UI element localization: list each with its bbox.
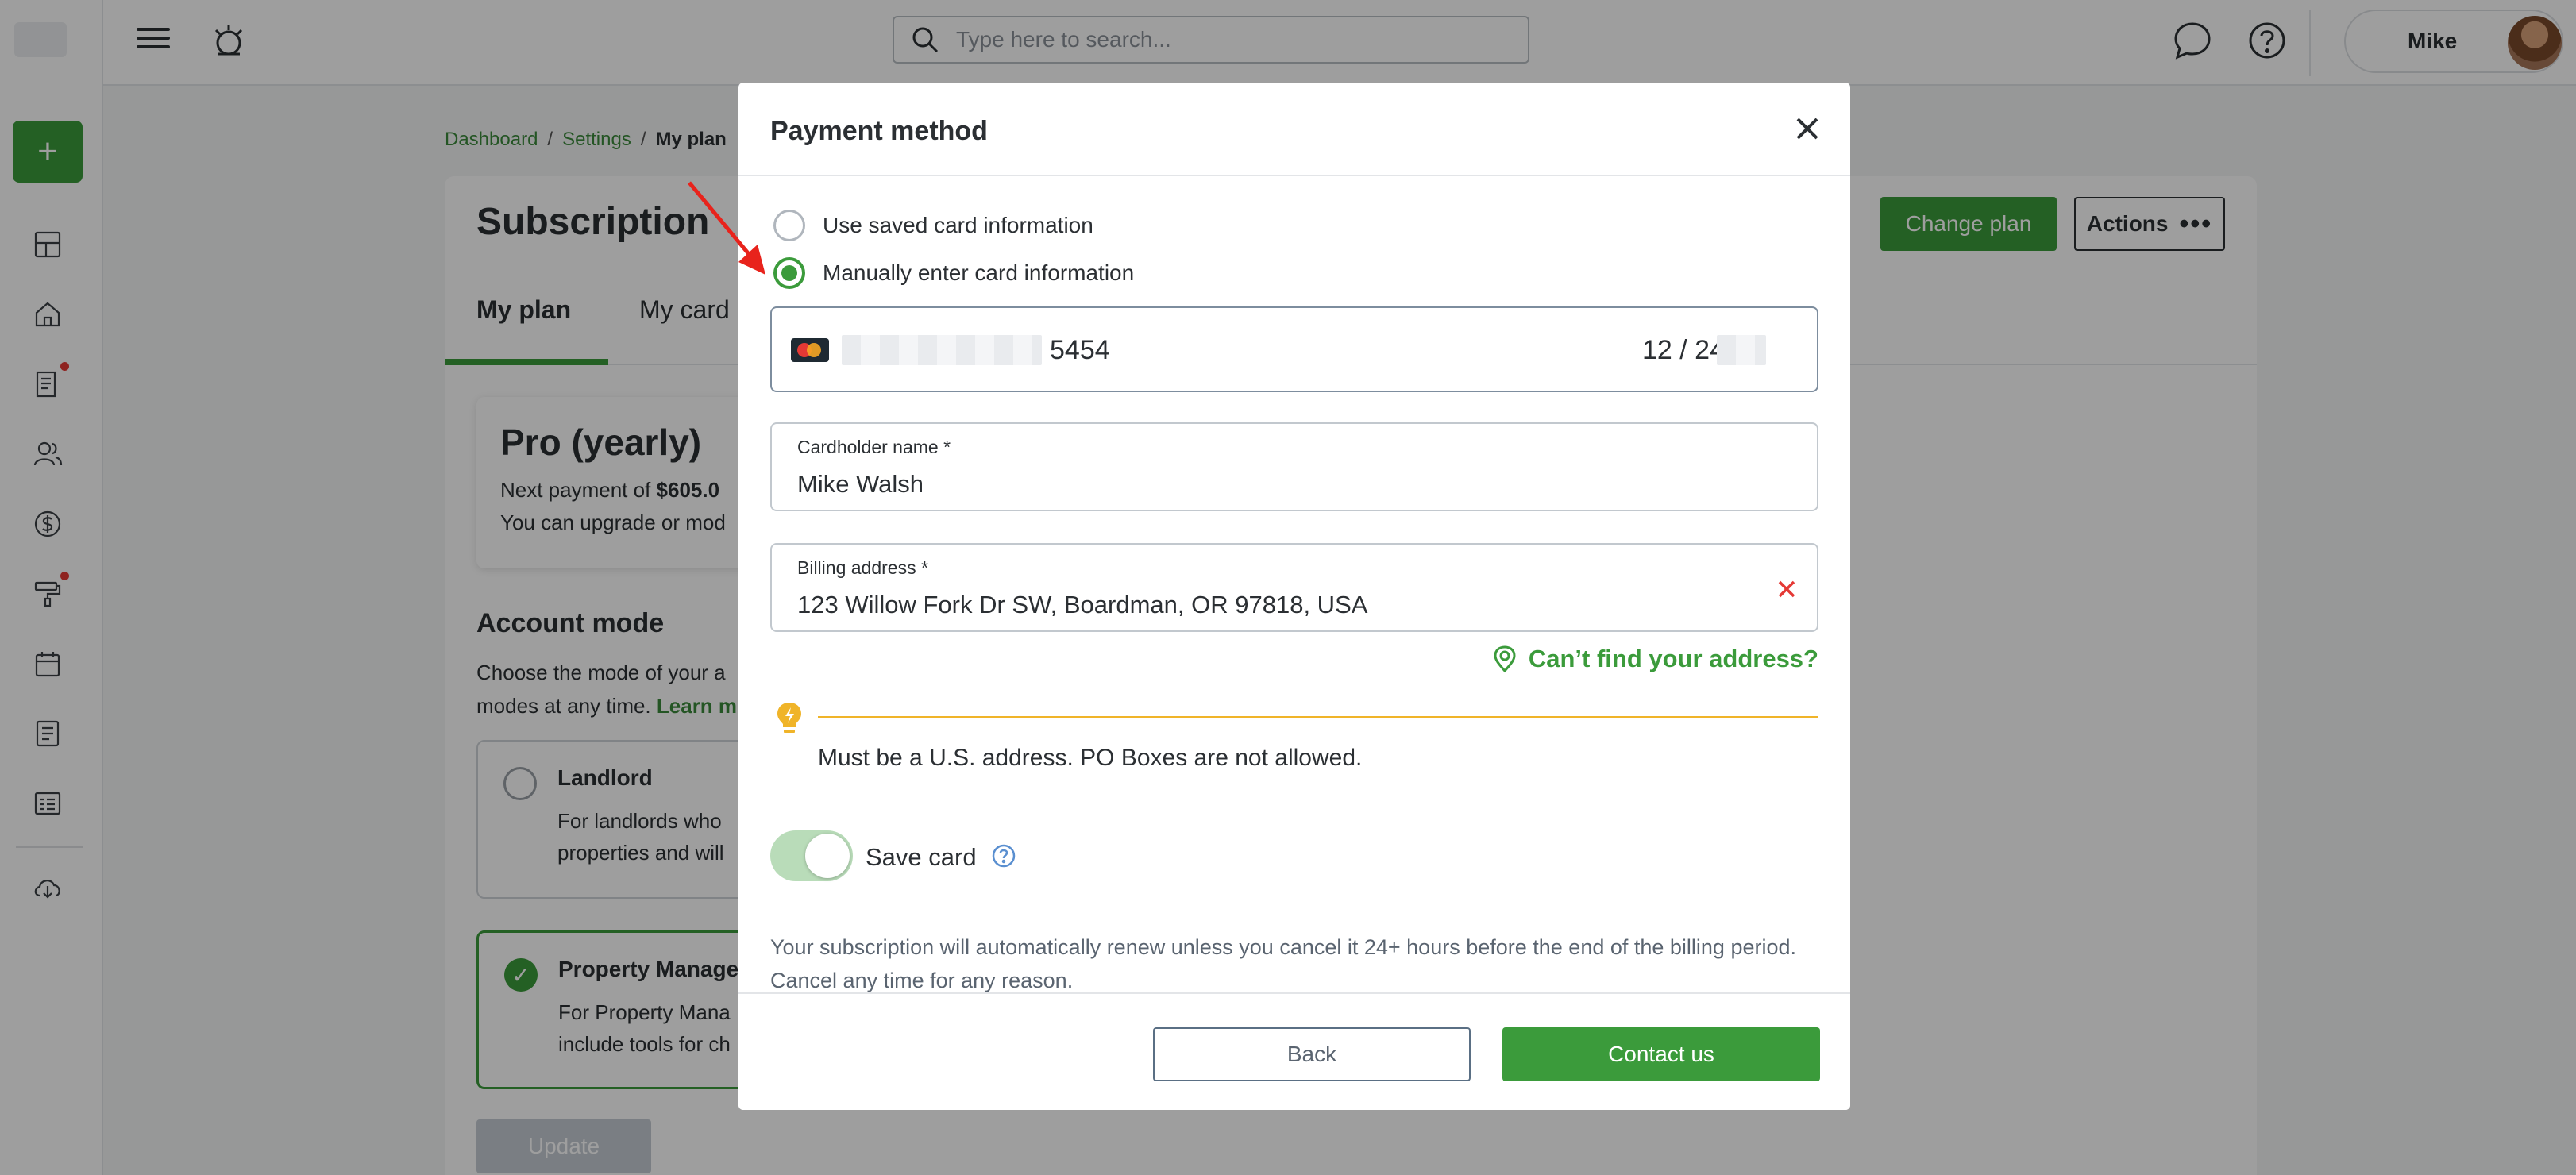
cardholder-label: Cardholder name *: [797, 437, 951, 457]
contact-us-button[interactable]: Contact us: [1502, 1027, 1820, 1081]
billing-address-field[interactable]: Billing address * 123 Willow Fork Dr SW,…: [770, 543, 1818, 632]
billing-label: Billing address *: [797, 557, 928, 578]
question-icon[interactable]: [991, 843, 1016, 869]
radio-manual[interactable]: [773, 257, 805, 289]
radio-saved-label: Use saved card information: [823, 213, 1093, 237]
save-card-label: Save card: [866, 843, 977, 871]
card-number-field[interactable]: 5454 12 / 24: [770, 306, 1818, 392]
card-last4: 5454: [1050, 335, 1110, 365]
renewal-notice: Your subscription will automatically ren…: [770, 935, 1797, 992]
clear-icon[interactable]: [1776, 578, 1798, 600]
modal-footer: Back Contact us: [738, 992, 1850, 1110]
mastercard-icon: [791, 338, 829, 362]
cant-find-label: Can’t find your address?: [1528, 645, 1818, 672]
radio-option-manual[interactable]: Manually enter card information: [773, 257, 1134, 289]
radio-option-saved[interactable]: Use saved card information: [773, 210, 1093, 241]
billing-value[interactable]: 123 Willow Fork Dr SW, Boardman, OR 9781…: [797, 591, 1367, 619]
location-pin-icon: [1494, 645, 1516, 673]
masked-cvc[interactable]: [1717, 335, 1766, 365]
back-button[interactable]: Back: [1153, 1027, 1471, 1081]
payment-method-modal: Payment method Use saved card informatio…: [738, 83, 1850, 1110]
annotation-arrow-icon: [688, 181, 765, 275]
toggle-knob: [805, 834, 850, 878]
address-hint: Must be a U.S. address. PO Boxes are not…: [818, 745, 1363, 771]
modal-header: Payment method: [738, 83, 1850, 176]
close-icon[interactable]: [1793, 114, 1822, 143]
card-expiry[interactable]: 12 / 24: [1642, 335, 1725, 366]
masked-card-digits: [842, 335, 1042, 365]
radio-manual-label: Manually enter card information: [823, 260, 1135, 285]
hint-divider: [818, 716, 1818, 718]
radio-saved[interactable]: [773, 210, 805, 241]
modal-title: Payment method: [770, 116, 988, 146]
cardholder-value[interactable]: Mike Walsh: [797, 470, 924, 499]
save-card-toggle[interactable]: [770, 830, 853, 881]
cardholder-name-field[interactable]: Cardholder name * Mike Walsh: [770, 422, 1818, 511]
cant-find-address-link[interactable]: Can’t find your address?: [1490, 645, 1818, 673]
lightbulb-icon: [773, 700, 805, 737]
